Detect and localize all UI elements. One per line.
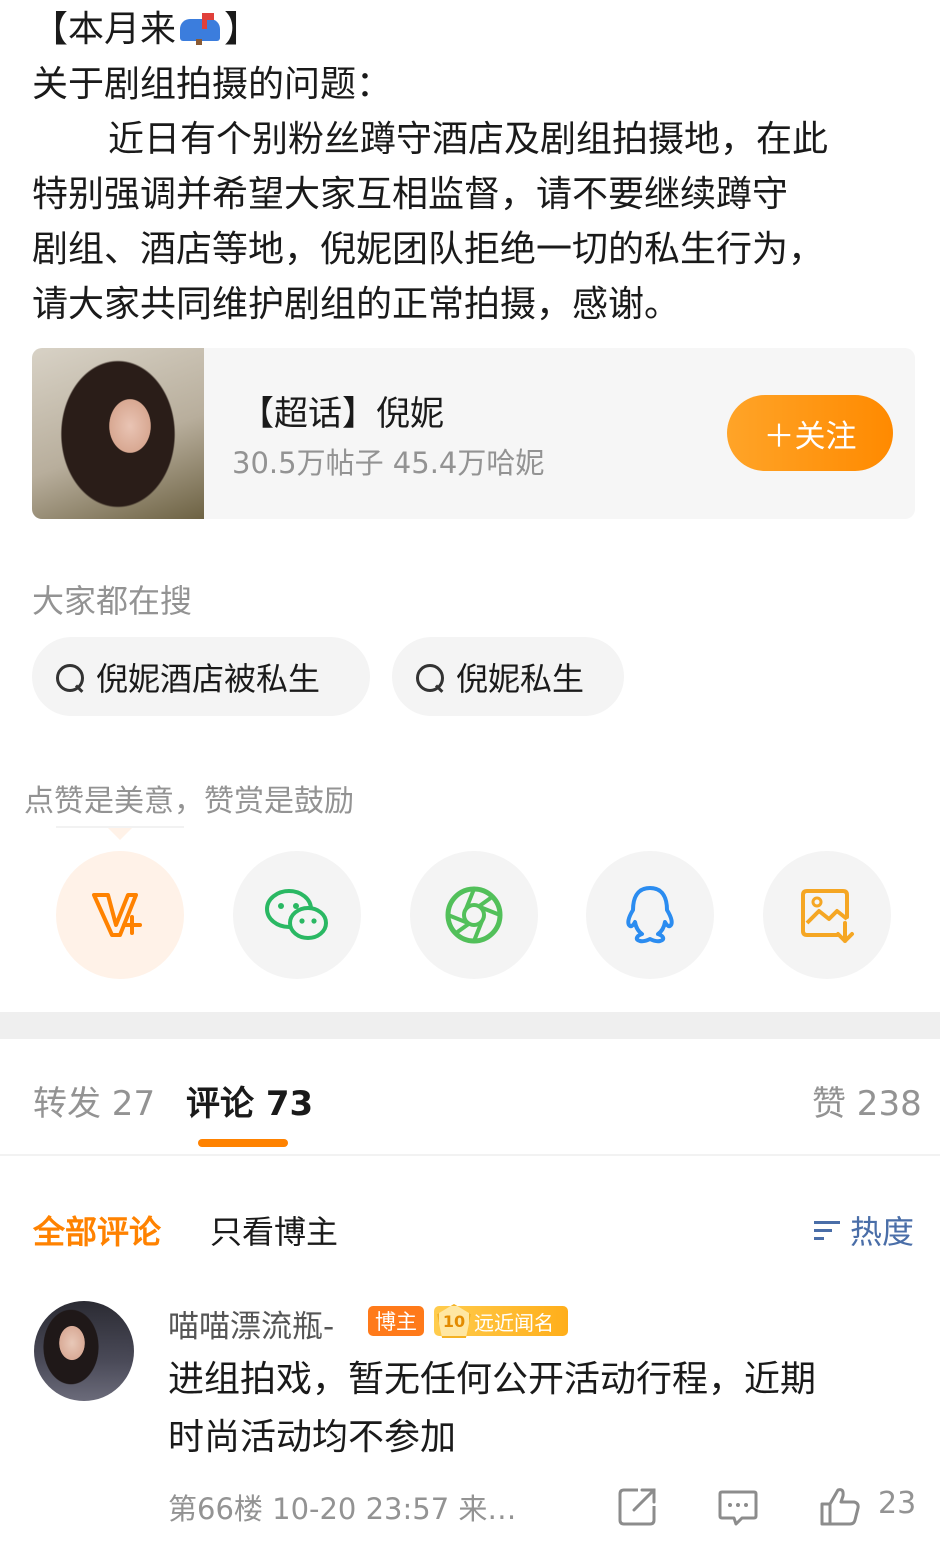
search-suggestion-label: 倪妮酒店被私生 (96, 659, 321, 698)
sort-toggle[interactable]: 热度 (812, 1207, 914, 1253)
share-wechat-button[interactable] (233, 851, 361, 979)
mailbox-emoji-icon (178, 11, 222, 45)
post-line-6: 请大家共同维护剧组的正常拍摄，感谢。 (32, 284, 681, 325)
comment-like-count: 23 (878, 1486, 917, 1521)
search-suggestion-2[interactable]: 倪妮私生 (392, 637, 624, 716)
post-line-2: 关于剧组拍摄的问题： (32, 64, 393, 105)
reward-button[interactable] (56, 851, 184, 979)
fan-level-badge: 10 远近闻名 (434, 1304, 568, 1338)
trending-search-heading: 大家都在搜 (32, 582, 193, 620)
reward-tip-text: 点赞是美意，赞赏是鼓励 (24, 784, 354, 819)
qq-icon (626, 886, 674, 944)
repost-icon[interactable] (616, 1484, 660, 1528)
search-icon (414, 662, 444, 692)
fan-level-number: 10 (437, 1304, 471, 1338)
search-suggestion-label: 倪妮私生 (456, 659, 585, 698)
comment-text-line-2: 时尚活动均不参加 (168, 1417, 457, 1458)
post-line-4: 特别强调并希望大家互相监督，请不要继续蹲守 (32, 174, 789, 215)
tab-comment[interactable]: 评论 73 (186, 1076, 313, 1125)
search-suggestion-1[interactable]: 倪妮酒店被私生 (32, 637, 370, 716)
active-tab-indicator (198, 1139, 288, 1147)
sort-label: 热度 (850, 1213, 915, 1251)
comment-meta: 第66楼 10-20 23:57 来… (168, 1492, 517, 1526)
filter-owner-only[interactable]: 只看博主 (210, 1207, 338, 1253)
follow-button[interactable]: ＋关注 (727, 395, 893, 471)
super-topic-card[interactable]: 【超话】倪妮 30.5万帖子 45.4万哈妮 ＋关注 (32, 348, 915, 519)
save-image-button[interactable] (763, 851, 891, 979)
super-topic-cover-image (32, 348, 204, 519)
fan-level-label: 远近闻名 (474, 1310, 554, 1335)
commenter-name[interactable]: 喵喵漂流瓶- (168, 1301, 334, 1346)
share-moments-button[interactable] (410, 851, 538, 979)
commenter-avatar[interactable] (34, 1301, 134, 1401)
section-divider (0, 1012, 940, 1039)
blogger-badge: 博主 (368, 1306, 424, 1336)
save-image-icon (801, 889, 854, 943)
post-title-suffix: 】 (224, 9, 261, 50)
reply-icon[interactable] (716, 1484, 760, 1528)
moments-icon (445, 886, 503, 944)
tab-divider (0, 1154, 940, 1156)
super-topic-title: 【超话】倪妮 (240, 394, 444, 434)
search-icon (54, 662, 84, 692)
tab-repost[interactable]: 转发 27 (33, 1076, 155, 1125)
share-qq-button[interactable] (586, 851, 714, 979)
like-thumb-icon[interactable] (818, 1484, 862, 1528)
post-body: 【本月来 】 关于剧组拍摄的问题： 近日有个别粉丝蹲守酒店及剧组拍摄地，在此 特别… (32, 2, 922, 332)
comment-text-line-1: 进组拍戏，暂无任何公开活动行程，近期 (168, 1359, 817, 1400)
tab-like[interactable]: 赞 238 (812, 1076, 922, 1125)
post-line-1: 【本月来 】 (32, 2, 922, 57)
post-line-5: 剧组、酒店等地，倪妮团队拒绝一切的私生行为， (32, 229, 825, 270)
comment-text: 进组拍戏，暂无任何公开活动行程，近期 时尚活动均不参加 (168, 1351, 908, 1467)
reward-tip-pointer (108, 828, 132, 840)
filter-all-comments[interactable]: 全部评论 (33, 1207, 161, 1253)
wechat-icon (265, 889, 328, 940)
post-title-prefix: 【本月来 (32, 9, 177, 50)
sort-icon (812, 1215, 844, 1245)
super-topic-stats: 30.5万帖子 45.4万哈妮 (232, 446, 545, 480)
post-line-3: 近日有个别粉丝蹲守酒店及剧组拍摄地，在此 (108, 119, 829, 160)
reward-v-icon (92, 893, 142, 937)
